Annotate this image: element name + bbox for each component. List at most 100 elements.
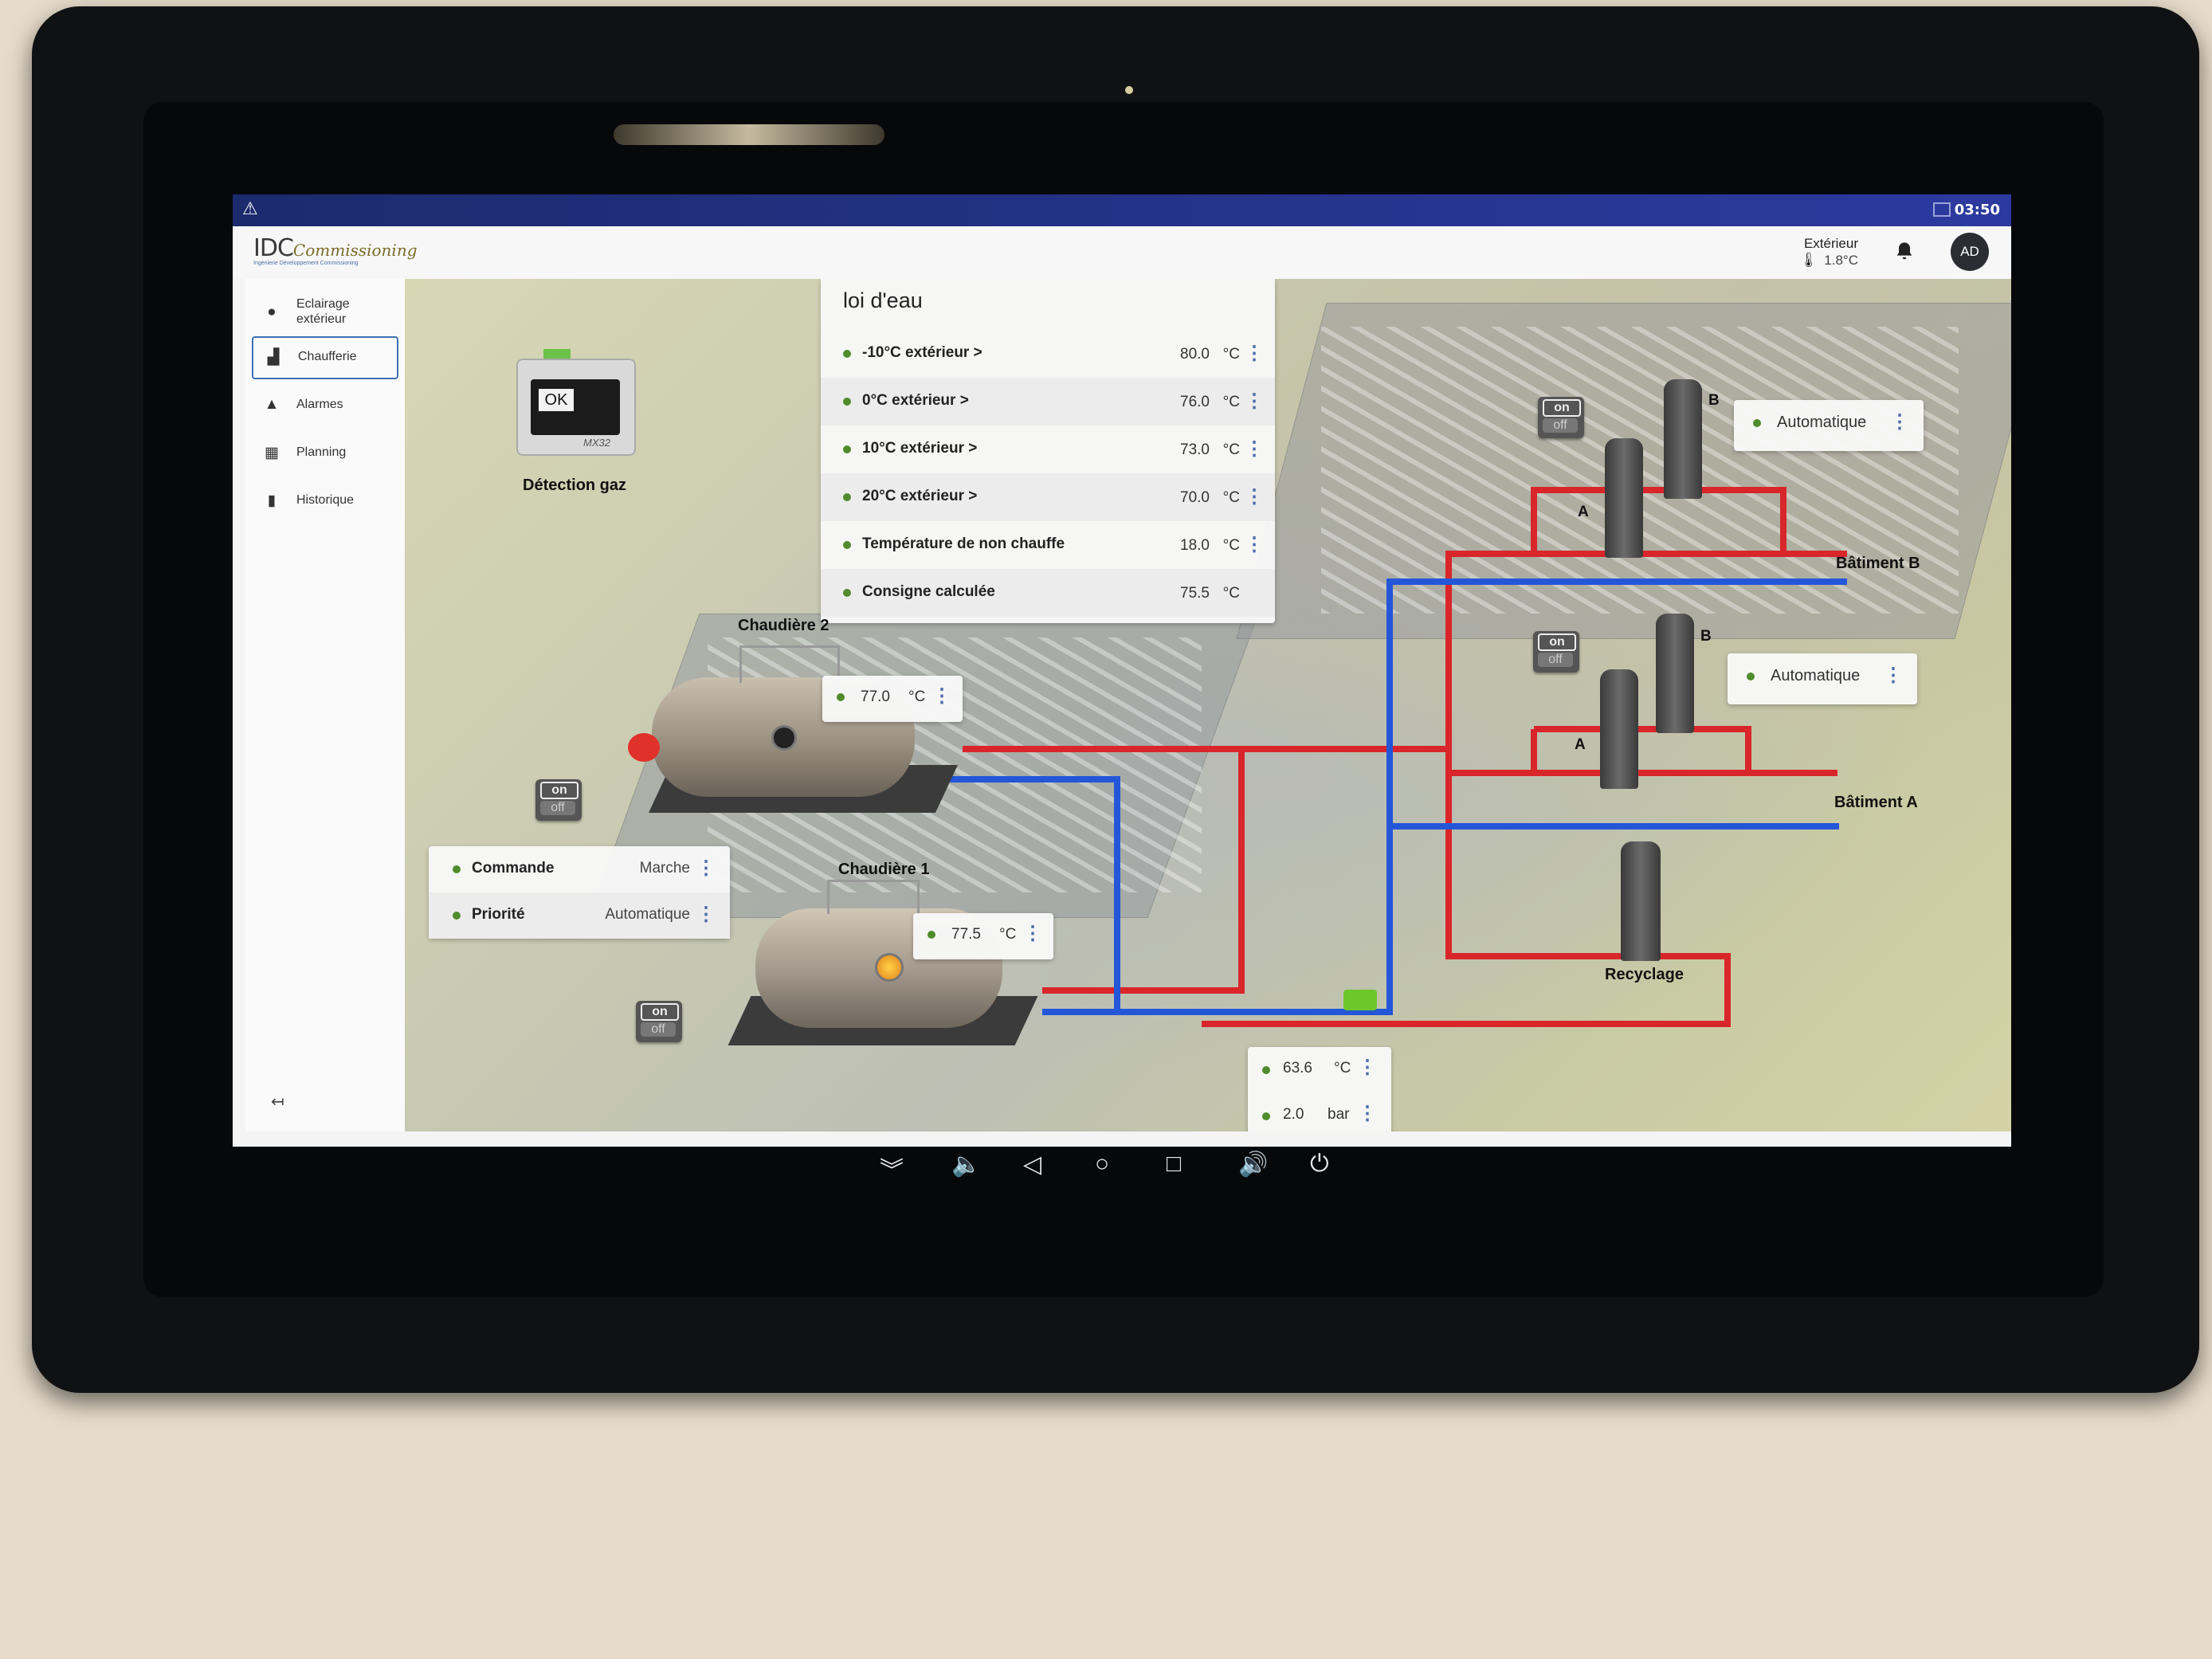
- boiler-1-piping: [827, 880, 920, 914]
- kebab-menu-icon[interactable]: ⋮: [1245, 535, 1264, 555]
- home-icon[interactable]: ○: [1095, 1151, 1109, 1178]
- recents-icon[interactable]: □: [1167, 1151, 1181, 1178]
- row-value: 73.0: [1180, 441, 1210, 458]
- sidebar-item-eclairage[interactable]: ● Eclairage extérieur: [252, 293, 395, 333]
- batiment-b-pump-a[interactable]: [1605, 438, 1643, 558]
- lightbulb-icon: ●: [267, 304, 276, 320]
- panel-title: loi d'eau: [843, 288, 923, 312]
- boiler-2[interactable]: [620, 637, 958, 829]
- sidebar-item-alarmes[interactable]: ▲ Alarmes: [252, 386, 395, 426]
- loi-row: -10°C extérieur > 80.0 °C ⋮: [821, 330, 1275, 378]
- synoptic-view: loi d'eau -10°C extérieur > 80.0 °C ⋮ 0°…: [405, 279, 2011, 1131]
- gas-detector-indicator: [543, 349, 571, 359]
- kebab-menu-icon[interactable]: ⋮: [1245, 440, 1264, 459]
- status-dot: [843, 589, 851, 597]
- row-unit: °C: [1222, 585, 1240, 602]
- bell-icon[interactable]: [1893, 241, 1916, 263]
- kebab-menu-icon[interactable]: ⋮: [1884, 666, 1903, 685]
- power-icon[interactable]: ⏻: [1310, 1151, 1329, 1178]
- gas-detector[interactable]: OK MX32: [516, 349, 636, 461]
- back-icon[interactable]: ◁: [1023, 1151, 1041, 1179]
- android-nav-bar: ︾ 🔈 ◁ ○ □ 🔊 ⏻: [869, 1146, 1347, 1186]
- batiment-b-onoff-switch[interactable]: on off: [1538, 397, 1584, 438]
- boiler-1-onoff-switch[interactable]: on off: [636, 1001, 682, 1042]
- kebab-menu-icon[interactable]: ⋮: [932, 687, 951, 706]
- kebab-menu-icon[interactable]: ⋮: [696, 905, 716, 924]
- row-label: Température de non chauffe: [862, 535, 1065, 552]
- batiment-a-onoff-switch[interactable]: on off: [1533, 631, 1579, 673]
- feed-valve[interactable]: [1343, 990, 1377, 1010]
- row-unit: °C: [1222, 394, 1240, 410]
- gas-detection-label: Détection gaz: [523, 477, 627, 494]
- boiler-1-flame-window: [875, 953, 904, 982]
- on-label: on: [1538, 633, 1576, 651]
- row-value: 76.0: [1180, 394, 1210, 410]
- temp-value: 77.0: [861, 688, 890, 705]
- status-dot: [843, 541, 851, 549]
- kebab-menu-icon[interactable]: ⋮: [1023, 924, 1042, 943]
- row-label: Consigne calculée: [862, 583, 995, 600]
- row-label: -10°C extérieur >: [862, 344, 982, 361]
- gas-detector-model: MX32: [583, 437, 610, 449]
- status-dot: [843, 398, 851, 406]
- sidebar-item-label: Chaufferie: [298, 350, 357, 363]
- row-unit: °C: [1222, 441, 1240, 458]
- status-dot: [837, 693, 845, 701]
- status-dot: [1753, 419, 1761, 427]
- android-status-bar: ⚠ 03:50: [233, 194, 2011, 226]
- kebab-menu-icon[interactable]: ⋮: [1358, 1058, 1377, 1077]
- pump-a-label: A: [1578, 504, 1589, 520]
- status-clock: 03:50: [1954, 202, 2000, 218]
- volume-down-icon[interactable]: 🔈: [951, 1151, 981, 1179]
- kebab-menu-icon[interactable]: ⋮: [1245, 488, 1264, 507]
- batiment-a-label: Bâtiment A: [1834, 794, 1918, 811]
- sidebar-item-chaufferie[interactable]: ▟ Chaufferie: [252, 336, 398, 379]
- volume-up-icon[interactable]: 🔊: [1238, 1151, 1268, 1179]
- boiler-1[interactable]: [724, 877, 1050, 1060]
- arrow-left-icon[interactable]: ↤: [271, 1092, 284, 1112]
- boiler-control-card: Commande Marche ⋮ Priorité Automatique ⋮: [429, 846, 730, 939]
- status-dot: [843, 445, 851, 453]
- batiment-b-label: Bâtiment B: [1836, 555, 1920, 572]
- on-label: on: [540, 782, 578, 799]
- sidebar-item-label: Alarmes: [296, 398, 343, 411]
- loi-row: Consigne calculée 75.5 °C: [821, 569, 1275, 617]
- row-value: 80.0: [1180, 346, 1210, 363]
- exterior-value: 1.8°C: [1824, 253, 1858, 268]
- screen: ⚠ 03:50 IDCCommissioning Ingénierie Déve…: [233, 194, 2011, 1147]
- sidebar-item-label: Eclairage extérieur: [296, 297, 350, 326]
- mode-value: Automatique: [1777, 414, 1867, 431]
- kebab-menu-icon[interactable]: ⋮: [1358, 1104, 1377, 1124]
- off-label: off: [540, 801, 575, 815]
- kebab-menu-icon[interactable]: ⋮: [1890, 413, 1909, 432]
- sidebar-item-planning[interactable]: ▦ Planning: [252, 433, 395, 473]
- pressure-unit: bar: [1328, 1106, 1350, 1123]
- kebab-menu-icon[interactable]: ⋮: [1245, 392, 1264, 411]
- status-dot: [928, 931, 935, 939]
- idc-logo[interactable]: IDCCommissioning Ingénierie Développemen…: [253, 234, 418, 273]
- app-header: IDCCommissioning Ingénierie Développemen…: [233, 226, 2011, 279]
- sidebar-item-label: Planning: [296, 445, 347, 459]
- gas-detector-ok: OK: [539, 389, 574, 411]
- sidebar-item-historique[interactable]: ▮ Historique: [252, 481, 395, 521]
- batiment-a-pump-b[interactable]: [1656, 614, 1694, 733]
- on-label: on: [641, 1003, 679, 1021]
- batiment-a-pump-a[interactable]: [1600, 669, 1638, 789]
- kebab-menu-icon[interactable]: ⋮: [1245, 344, 1264, 363]
- kebab-menu-icon[interactable]: ⋮: [696, 859, 716, 878]
- status-dot: [843, 493, 851, 501]
- status-dot: [453, 912, 461, 920]
- loi-row: 10°C extérieur > 73.0 °C ⋮: [821, 426, 1275, 473]
- user-avatar[interactable]: AD: [1951, 233, 1989, 271]
- off-label: off: [1543, 418, 1578, 433]
- pump-b-label: B: [1708, 392, 1720, 409]
- row-unit: °C: [1222, 346, 1240, 363]
- recyclage-pump[interactable]: [1621, 841, 1661, 961]
- temp-value: 63.6: [1283, 1060, 1312, 1077]
- factory-icon: ▟: [267, 349, 280, 366]
- collapse-icon[interactable]: ︾: [880, 1151, 904, 1186]
- boiler-2-onoff-switch[interactable]: on off: [535, 779, 582, 821]
- batiment-b-pump-b[interactable]: [1664, 379, 1702, 499]
- batiment-b-mode-card: Automatique ⋮: [1734, 400, 1924, 451]
- temp-unit: °C: [1334, 1060, 1351, 1077]
